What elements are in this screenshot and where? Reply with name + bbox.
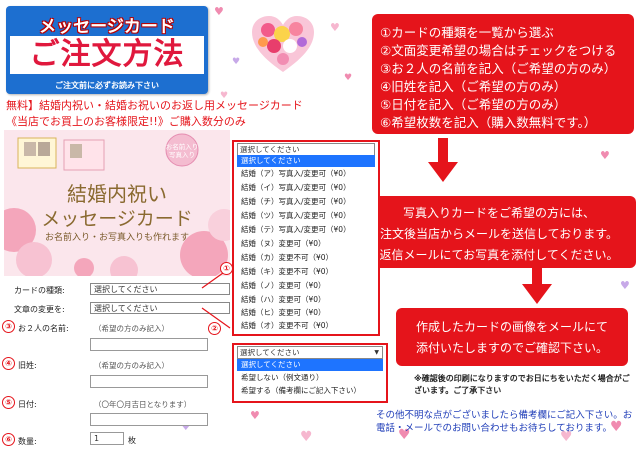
photo-info-box: 写真入りカードをご希望の方には、 注文後当店からメールを送信しております。 返信… <box>362 196 636 268</box>
names-hint: （希望の方のみ記入） <box>94 324 169 333</box>
text-change-dropdown-header[interactable]: 選択してください ▼ <box>237 346 383 359</box>
marker-2: ② <box>208 322 221 335</box>
card-type-option[interactable]: 結婚（キ）変更不可（¥0） <box>237 266 375 278</box>
quantity-label: 数量: <box>18 437 37 446</box>
step-number-3: ③ <box>2 320 15 333</box>
message-card-image: お名前入り 写真入り 結婚内祝い メッセージカード お名前入り・お写真入りも作れ… <box>4 130 230 276</box>
confirm-info-box: 作成したカードの画像をメールにて 添付いたしますのでご確認下さい。 <box>396 308 628 366</box>
arrow-down-icon <box>522 268 552 304</box>
card-type-option[interactable]: 結婚（チ）写真入/変更可（¥0） <box>237 196 375 208</box>
card-type-dropdown-list: 選択してください 選択してください 結婚（ア）写真入/変更可（¥0） 結婚（イ）… <box>232 140 380 336</box>
text-change-dropdown-header-text: 選択してください <box>240 348 300 357</box>
names-label: お２人の名前: <box>18 324 69 333</box>
text-change-option[interactable]: 希望する（備考欄にご記入下さい） <box>237 385 383 397</box>
quantity-value: 1 <box>94 434 100 443</box>
print-notice: ※確認後の印刷になりますのでお日にちをいただく場合がございます。ご了承下さい <box>414 374 630 395</box>
maiden-name-hint: （希望の方のみ記入） <box>94 361 169 370</box>
confirm-info-line: 作成したカードの画像をメールにて <box>415 320 608 334</box>
date-hint: （〇年〇月吉日となります） <box>94 400 192 409</box>
card-type-option[interactable]: 結婚（ハ）変更可（¥0） <box>237 294 375 306</box>
text-change-dropdown-list: 選択してください ▼ 選択してください 希望しない（例文通り） 希望する（備考欄… <box>232 343 388 403</box>
card-type-option[interactable]: 結婚（ヌ）変更可（¥0） <box>237 238 375 250</box>
step-5: ⑤日付を記入（ご希望の方のみ） <box>380 97 567 112</box>
date-input[interactable] <box>90 413 208 426</box>
step-4: ④旧姓を記入（ご希望の方のみ） <box>380 79 567 94</box>
card-type-option[interactable]: 結婚（テ）写真入/変更可（¥0） <box>237 224 375 236</box>
maiden-name-label: 旧姓: <box>18 361 37 370</box>
card-type-option[interactable]: 結婚（ノ）変更可（¥0） <box>237 280 375 292</box>
step-2: ②文面変更希望の場合はチェックをつける <box>380 43 617 58</box>
card-type-label: カードの種類: <box>14 286 65 295</box>
maiden-name-input[interactable] <box>90 375 208 388</box>
card-type-option[interactable]: 結婚（ヒ）変更可（¥0） <box>237 307 375 319</box>
limited-heading: 《当店でお買上のお客様限定!!》ご購入数分のみ <box>6 115 246 128</box>
contact-footer: その他不明な点がございましたら備考欄にご記入下さい。お電話・メールでのお問い合わ… <box>376 410 633 434</box>
banner-subtitle: ご注文前に必ずお読み下さい <box>55 81 159 90</box>
order-steps-box: ①カードの種類を一覧から選ぶ ②文面変更希望の場合はチェックをつける ③お２人の… <box>372 14 634 134</box>
step-1: ①カードの種類を一覧から選ぶ <box>380 25 554 40</box>
card-title-1: 結婚内祝い <box>67 182 167 206</box>
card-subtitle: お名前入り・お写真入りも作れます <box>44 233 189 243</box>
card-type-option[interactable]: 結婚（ツ）写真入/変更可（¥0） <box>237 210 375 222</box>
names-input[interactable] <box>90 338 208 351</box>
arrow-down-icon <box>428 138 458 182</box>
card-type-select-value: 選択してください <box>94 285 158 294</box>
photo-info-line: 返信メールにてお写真を添付してください。 <box>379 248 619 262</box>
photo-info-line: 写真入りカードをご希望の方には、 <box>402 206 595 220</box>
text-change-option[interactable]: 選択してください <box>237 359 383 371</box>
text-change-option[interactable]: 希望しない（例文通り） <box>237 372 383 384</box>
quantity-input[interactable]: 1 <box>90 432 124 445</box>
quantity-unit: 枚 <box>128 436 136 445</box>
banner-title-top: メッセージカード <box>39 17 175 37</box>
card-type-option[interactable]: 結婚（カ）変更不可（¥0） <box>237 252 375 264</box>
confirm-info-line: 添付いたしますのでご確認下さい。 <box>415 341 608 355</box>
order-method-banner: メッセージカード ご注文方法 ご注文前に必ずお読み下さい <box>6 6 208 94</box>
text-change-label: 文章の変更を: <box>14 305 65 314</box>
photo-info-line: 注文後当店からメールを送信しております。 <box>379 227 619 241</box>
chevron-down-icon: ▼ <box>374 349 379 356</box>
card-title-2: メッセージカード <box>41 208 193 230</box>
flower-heart-image <box>250 14 316 76</box>
step-number-4: ④ <box>2 357 15 370</box>
card-type-option[interactable]: 結婚（オ）変更不可（¥0） <box>237 320 375 332</box>
text-change-select-value: 選択してください <box>94 304 158 313</box>
step-number-6: ⑥ <box>2 433 15 446</box>
card-type-option[interactable]: 結婚（イ）写真入/変更可（¥0） <box>237 182 375 194</box>
card-badge: お名前入り 写真入り <box>165 143 199 159</box>
card-type-option[interactable]: 結婚（ア）写真入/変更可（¥0） <box>237 168 375 180</box>
step-6: ⑥希望枚数を記入（購入数無料です。） <box>380 115 597 130</box>
banner-title-main: ご注文方法 <box>10 36 204 74</box>
card-type-option[interactable]: 選択してください <box>237 155 375 167</box>
free-card-heading: 無料】結婚内祝い・結婚お祝いのお返し用メッセージカード <box>6 99 303 112</box>
step-3: ③お２人の名前を記入（ご希望の方のみ） <box>380 61 617 76</box>
date-label: 日付: <box>18 400 37 409</box>
step-number-5: ⑤ <box>2 396 15 409</box>
